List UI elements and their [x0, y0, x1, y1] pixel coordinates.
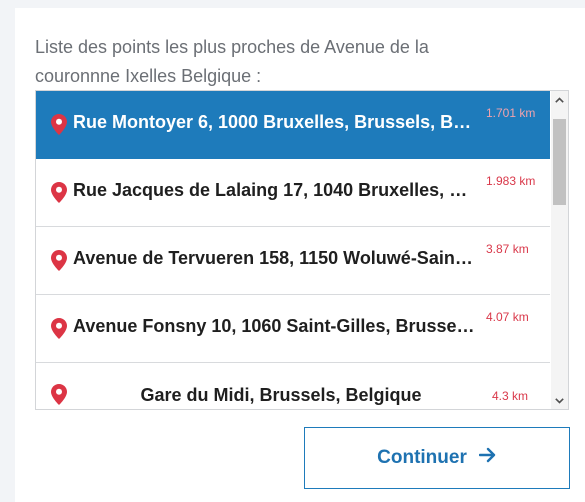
location-distance: 4.07 km — [486, 310, 529, 324]
continue-button[interactable]: Continuer — [304, 427, 570, 489]
location-distance: 4.3 km — [492, 389, 529, 403]
map-pin-icon — [51, 114, 67, 135]
location-address: Avenue Fonsny 10, 1060 Saint-Gilles, Bru… — [73, 316, 478, 336]
scroll-down-icon[interactable] — [551, 392, 568, 409]
map-pin-icon — [51, 250, 67, 271]
location-list: Rue Montoyer 6, 1000 Bruxelles, Brussels… — [35, 90, 569, 410]
continue-label: Continuer — [377, 447, 467, 468]
location-item[interactable]: Gare du Midi, Brussels, Belgique 4.3 km — [36, 363, 550, 409]
location-distance: 3.87 km — [486, 242, 529, 256]
location-address: Avenue de Tervueren 158, 1150 Woluwé-Sai… — [73, 248, 478, 268]
location-item[interactable]: Rue Montoyer 6, 1000 Bruxelles, Brussels… — [36, 91, 550, 159]
arrow-right-icon — [478, 447, 497, 469]
location-distance: 1.701 km — [486, 106, 536, 120]
scrollbar-thumb[interactable] — [553, 119, 566, 205]
location-item[interactable]: Avenue Fonsny 10, 1060 Saint-Gilles, Bru… — [36, 295, 550, 363]
store-locator-panel: Liste des points les plus proches de Ave… — [15, 8, 585, 502]
map-pin-icon — [51, 182, 67, 203]
location-distance: 1.983 km — [486, 174, 536, 188]
intro-text: Liste des points les plus proches de Ave… — [35, 37, 429, 86]
location-address: Rue Jacques de Lalaing 17, 1040 Bruxelle… — [73, 180, 478, 200]
list-scrollbar[interactable] — [551, 91, 568, 409]
location-item[interactable]: Rue Jacques de Lalaing 17, 1040 Bruxelle… — [36, 159, 550, 227]
scroll-up-icon[interactable] — [551, 91, 568, 108]
location-address: Gare du Midi, Brussels, Belgique — [140, 385, 422, 405]
location-address: Rue Montoyer 6, 1000 Bruxelles, Brussels… — [73, 112, 478, 132]
map-pin-icon — [51, 318, 67, 339]
location-item[interactable]: Avenue de Tervueren 158, 1150 Woluwé-Sai… — [36, 227, 550, 295]
